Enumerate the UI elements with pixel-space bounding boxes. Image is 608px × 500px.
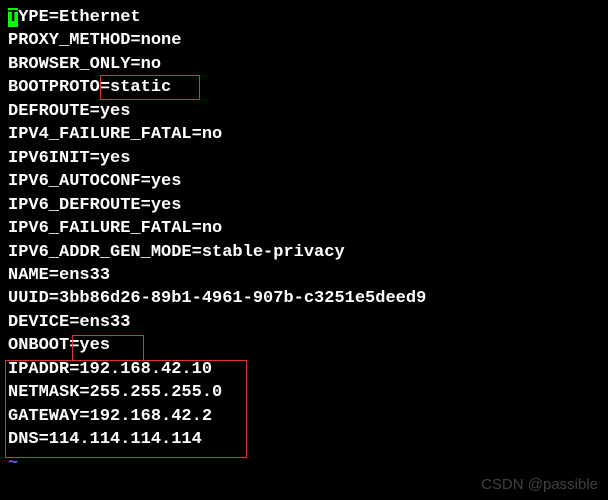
config-line-ipv6init: IPV6INIT=yes (8, 147, 600, 170)
config-line-onboot: ONBOOT=yes (8, 334, 600, 357)
vim-tilde-line: ~ (8, 452, 600, 475)
cursor: T (8, 8, 18, 27)
line-text: YPE=Ethernet (18, 8, 140, 27)
config-line-bootproto: BOOTPROTO=static (8, 76, 600, 99)
config-line-device: DEVICE=ens33 (8, 311, 600, 334)
config-line-ipv6-defroute: IPV6_DEFROUTE=yes (8, 194, 600, 217)
config-line-browser-only: BROWSER_ONLY=no (8, 53, 600, 76)
config-line-ipv6-failure-fatal: IPV6_FAILURE_FATAL=no (8, 217, 600, 240)
config-line-ipv6-addr-gen-mode: IPV6_ADDR_GEN_MODE=stable-privacy (8, 241, 600, 264)
config-line-ipaddr: IPADDR=192.168.42.10 (8, 358, 600, 381)
config-line-ipv6-autoconf: IPV6_AUTOCONF=yes (8, 170, 600, 193)
config-line-ipv4-failure-fatal: IPV4_FAILURE_FATAL=no (8, 123, 600, 146)
config-line-proxy-method: PROXY_METHOD=none (8, 29, 600, 52)
config-line-defroute: DEFROUTE=yes (8, 100, 600, 123)
config-line-gateway: GATEWAY=192.168.42.2 (8, 405, 600, 428)
config-line-type: TYPE=Ethernet (8, 6, 600, 29)
config-line-uuid: UUID=3bb86d26-89b1-4961-907b-c3251e5deed… (8, 287, 600, 310)
config-line-netmask: NETMASK=255.255.255.0 (8, 381, 600, 404)
config-line-name: NAME=ens33 (8, 264, 600, 287)
watermark: CSDN @passible (481, 475, 598, 496)
config-line-dns: DNS=114.114.114.114 (8, 428, 600, 451)
